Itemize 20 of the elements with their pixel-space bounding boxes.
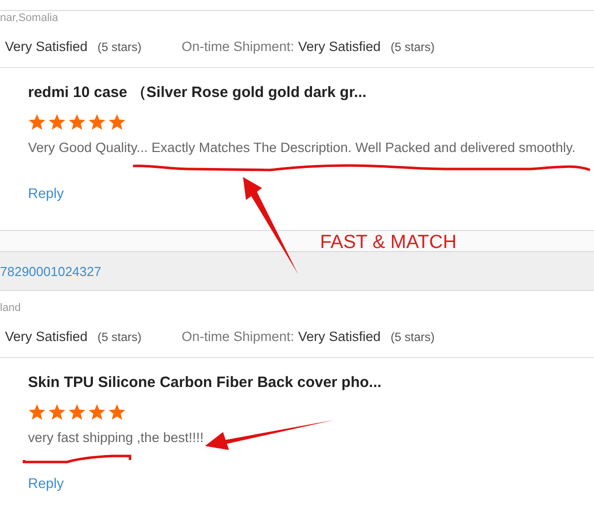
rating-value: Very Satisfied — [5, 328, 88, 344]
rating-stars-text: (5 stars) — [390, 330, 435, 344]
annotation-text: FAST & MATCH — [320, 232, 457, 254]
product-title: Skin TPU Silicone Carbon Fiber Back cover pho... — [28, 373, 382, 393]
buyer-location: land — [0, 302, 21, 314]
rating-label: On-time Shipment: — [182, 38, 294, 54]
rating-label: On-time Shipment: — [182, 328, 294, 344]
rating-value: Very Satisfied — [298, 328, 381, 344]
buyer-location: nar,Somalia — [0, 12, 58, 24]
rating-value: Very Satisfied — [5, 38, 88, 54]
review-text: Very Good Quality... Exactly Matches The Description. Well Packed and delivered smoothly. — [28, 140, 577, 155]
review-text: very fast shipping ,the best!!!! — [28, 430, 205, 445]
order-number-link[interactable]: 78290001024327 — [0, 264, 102, 278]
rating-value: Very Satisfied — [298, 38, 381, 54]
reply-link[interactable]: Reply — [28, 475, 64, 491]
reply-link[interactable]: Reply — [28, 185, 64, 201]
rating-stars-text: (5 stars) — [98, 40, 142, 54]
rating-stars-text: (5 stars) — [390, 40, 435, 54]
product-title: redmi 10 case （Silver Rose gold gold dark gr... — [28, 83, 368, 103]
rating-stars-text: (5 stars) — [98, 330, 142, 344]
